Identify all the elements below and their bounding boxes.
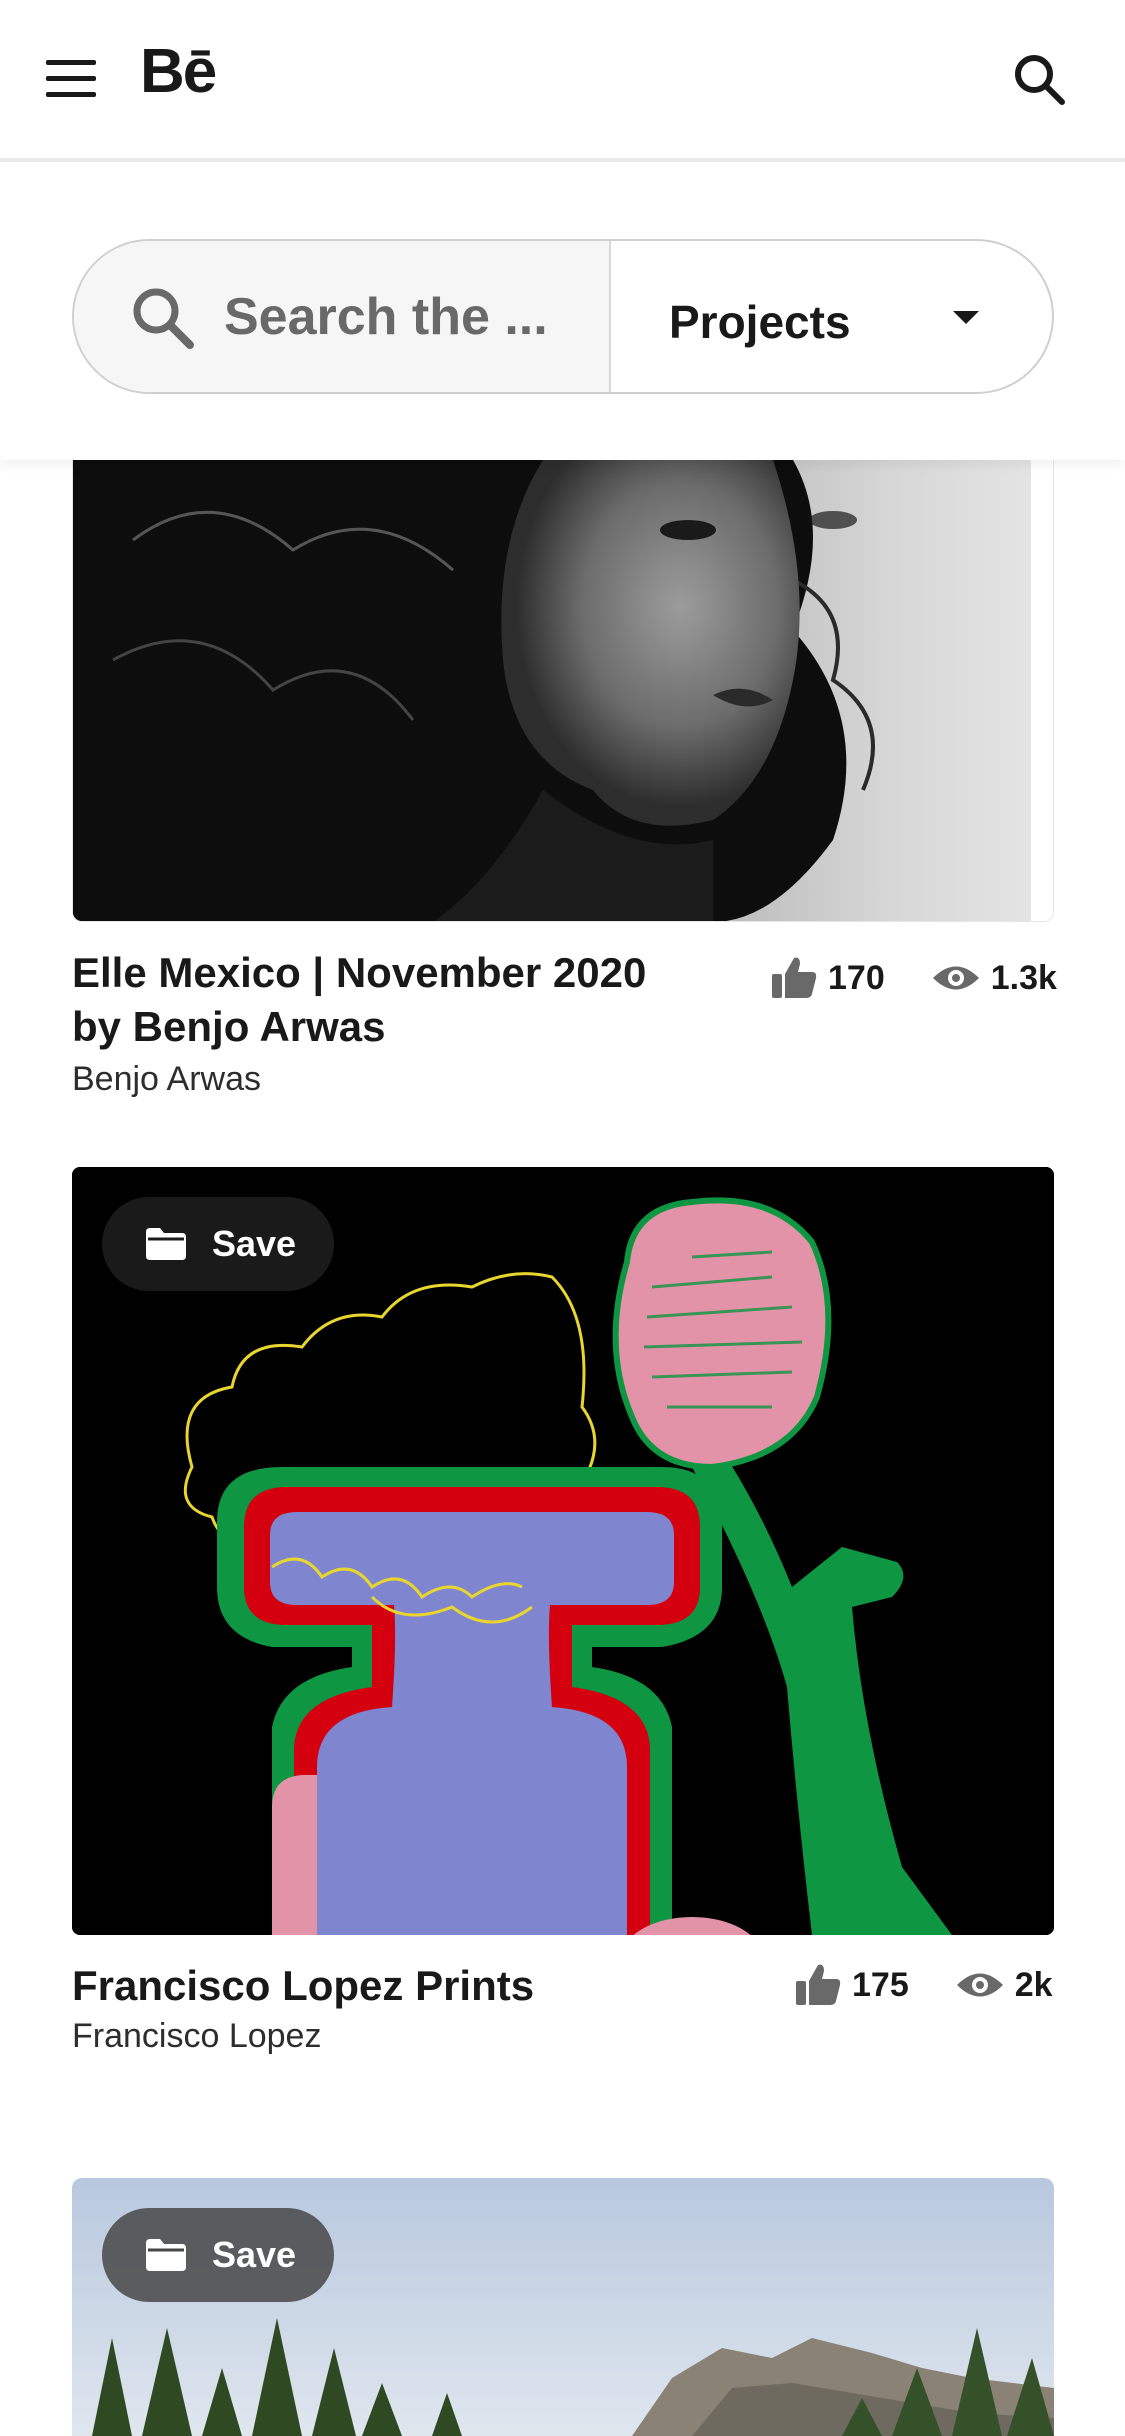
chevron-down-icon xyxy=(953,311,979,324)
hamburger-menu-icon[interactable] xyxy=(46,60,96,100)
appreciations-count: 175 xyxy=(852,1965,909,2004)
appreciations: 170 xyxy=(770,956,885,1000)
eye-icon xyxy=(932,966,979,990)
appreciations-count: 170 xyxy=(828,958,885,997)
search-input[interactable] xyxy=(224,271,604,363)
save-button-label: Save xyxy=(212,1223,297,1264)
top-header: Bē xyxy=(0,0,1125,162)
search-field-container[interactable] xyxy=(74,241,611,392)
category-dropdown-label: Projects xyxy=(669,296,851,348)
project-stats: 175 2k xyxy=(794,1963,1053,2007)
project-cover-image[interactable]: Save xyxy=(72,2178,1054,2436)
behance-logo[interactable]: Bē xyxy=(140,36,217,107)
project-title[interactable]: Elle Mexico | November 2020 by Benjo Arw… xyxy=(72,946,646,1054)
save-button-label: Save xyxy=(212,2234,297,2275)
project-owner[interactable]: Francisco Lopez xyxy=(72,2017,321,2056)
folder-icon xyxy=(146,2239,186,2271)
page: Bē Projects xyxy=(0,0,1125,2436)
save-button[interactable]: Save xyxy=(102,2208,334,2302)
search-icon[interactable] xyxy=(1012,52,1068,108)
project-owner[interactable]: Benjo Arwas xyxy=(72,1060,261,1099)
project-title-line2: by Benjo Arwas xyxy=(72,1003,386,1050)
project-title-line1: Elle Mexico | November 2020 xyxy=(72,949,647,996)
folder-icon xyxy=(146,1228,186,1260)
portrait-photo xyxy=(73,460,1053,921)
project-stats: 170 1.3k xyxy=(770,956,1057,1000)
thumbs-up-icon xyxy=(772,957,817,998)
views-count: 2k xyxy=(1014,1965,1053,2004)
thumbs-up-icon xyxy=(796,1964,841,2005)
project-cover-image[interactable] xyxy=(72,460,1054,922)
save-button[interactable]: Save xyxy=(102,1197,334,1291)
search-region: Projects xyxy=(0,166,1125,460)
search-bar: Projects xyxy=(72,239,1054,394)
search-field-icon xyxy=(130,285,196,351)
views: 2k xyxy=(955,1966,1053,2005)
category-dropdown[interactable]: Projects xyxy=(613,241,1052,392)
views-count: 1.3k xyxy=(990,958,1057,997)
project-cover-image[interactable]: Save xyxy=(72,1167,1054,1935)
views: 1.3k xyxy=(931,959,1057,998)
project-title[interactable]: Francisco Lopez Prints xyxy=(72,1959,534,2013)
appreciations: 175 xyxy=(794,1963,909,2007)
eye-icon xyxy=(956,1973,1003,1997)
